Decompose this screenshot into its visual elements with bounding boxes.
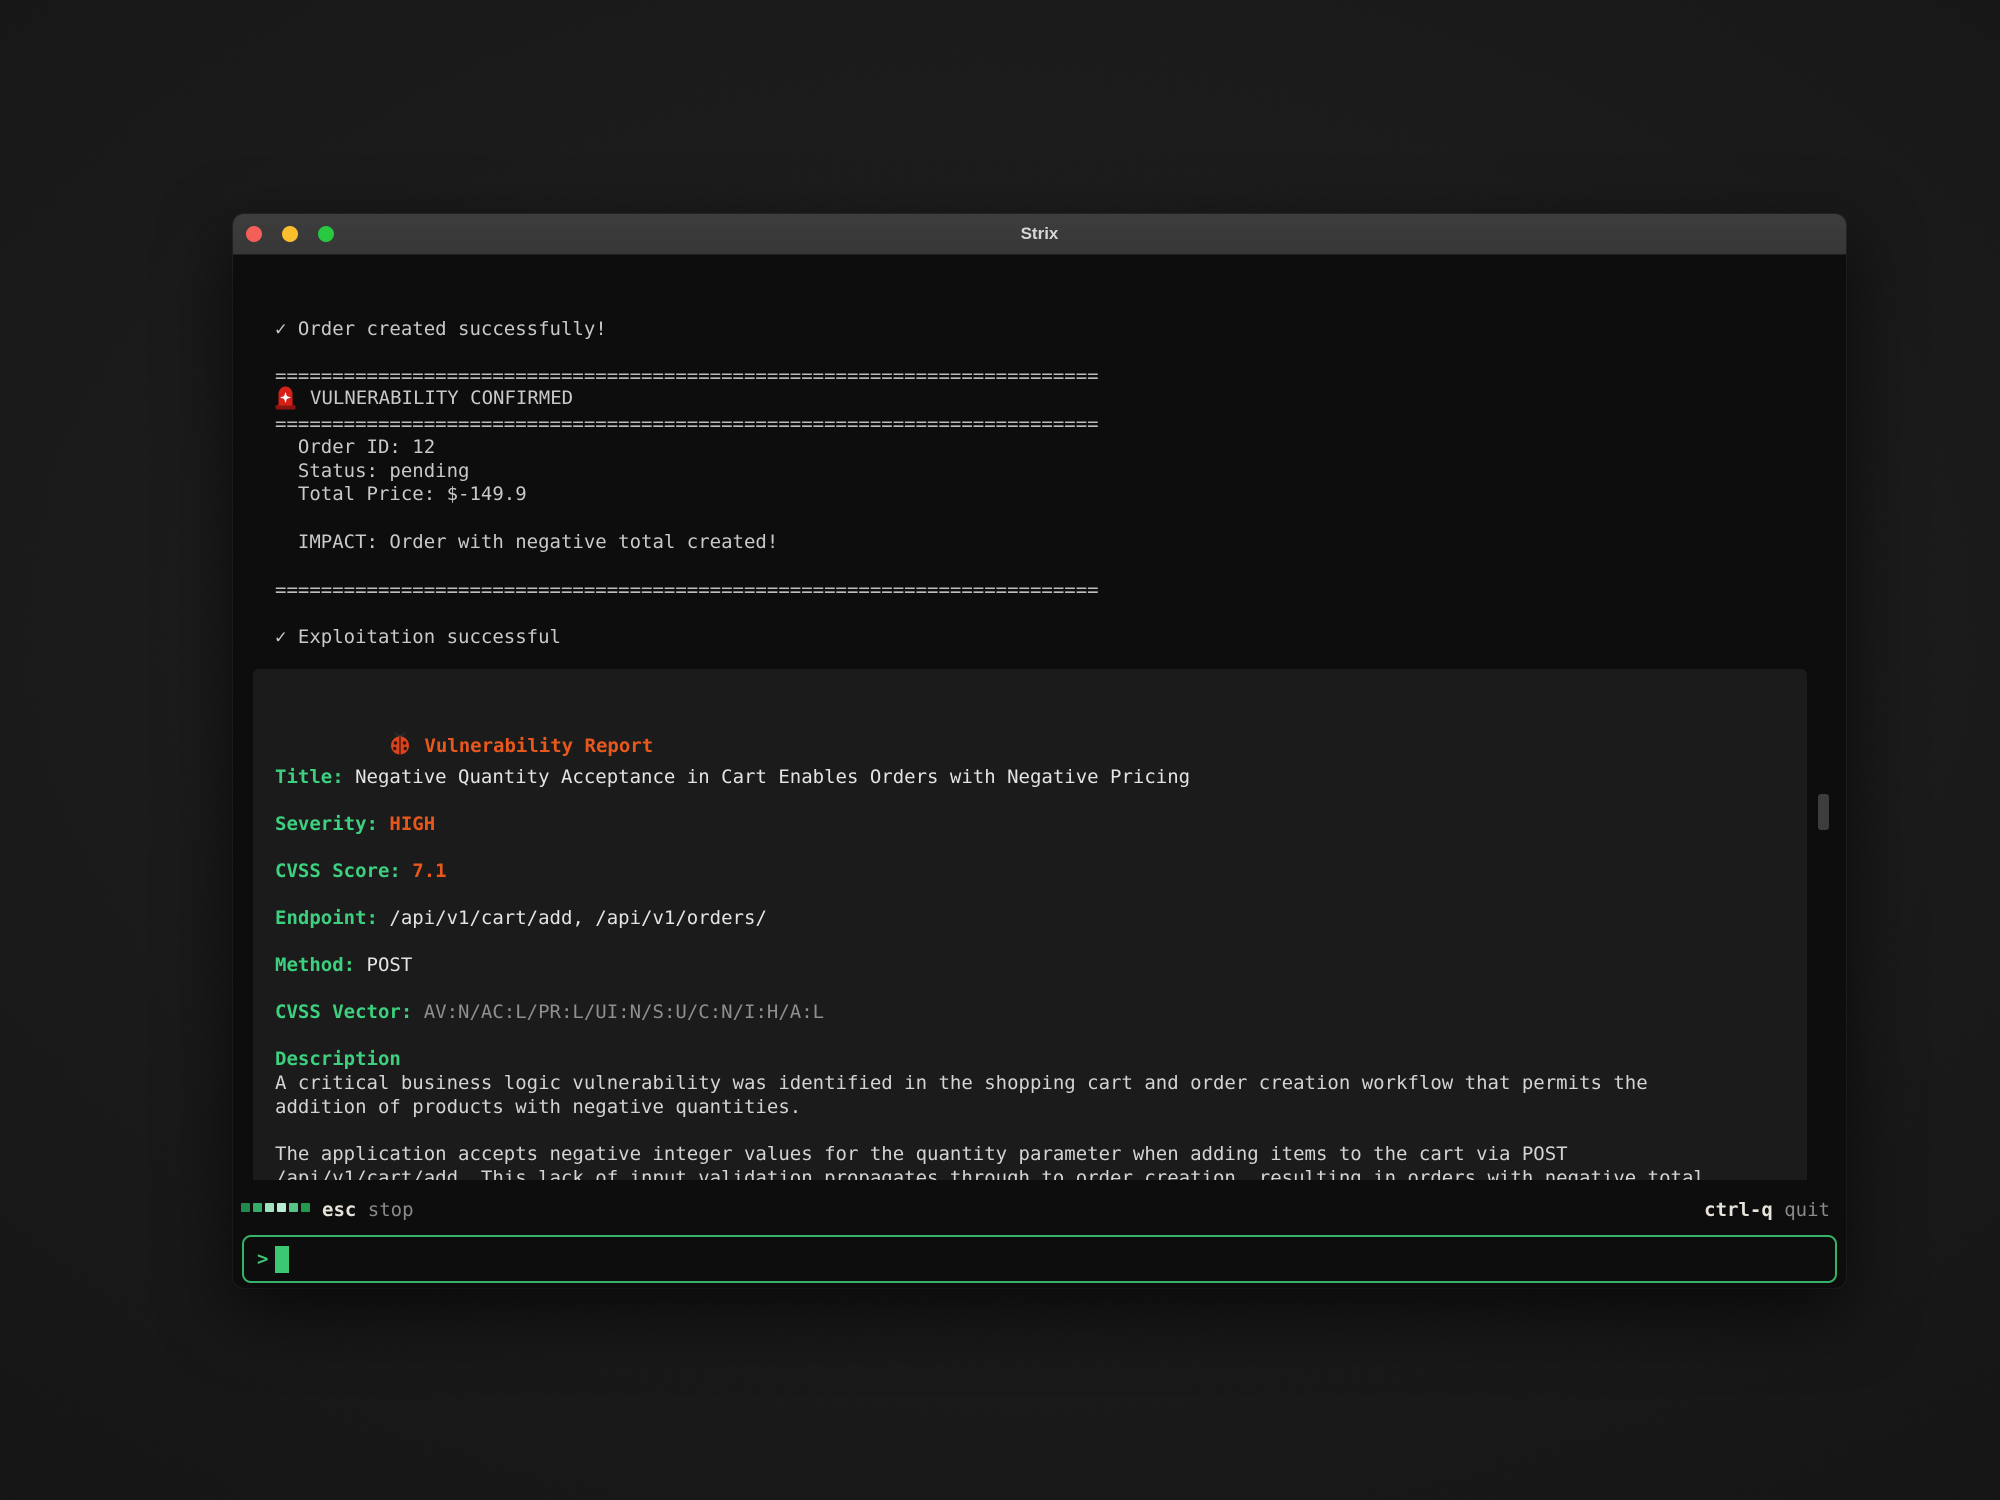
description-paragraph: A critical business logic vulnerability … — [275, 1071, 1648, 1119]
report-field-value: 7.1 — [401, 860, 447, 882]
spinner-square — [301, 1203, 310, 1212]
report-field-row: Method: POST — [275, 953, 412, 977]
spinner-square — [289, 1203, 298, 1212]
quit-action-label: quit — [1784, 1199, 1830, 1221]
order-id-line: Order ID: 12 — [275, 435, 435, 459]
total-price-line: Total Price: $-149.9 — [275, 482, 527, 506]
terminal-output: ✓ Order created successfully! ==========… — [233, 255, 1846, 1180]
report-field-value: POST — [355, 954, 412, 976]
text-cursor — [275, 1246, 289, 1273]
report-field-value: HIGH — [378, 813, 435, 835]
stop-hint: esc stop — [322, 1197, 414, 1223]
ctrl-q-key-hint: ctrl-q — [1704, 1199, 1773, 1221]
report-field-label: Method: — [275, 954, 355, 976]
spinner-square — [253, 1203, 262, 1212]
impact-line: IMPACT: Order with negative total create… — [275, 530, 778, 554]
quit-hint: ctrl-q quit — [1704, 1197, 1830, 1223]
report-field-row: CVSS Score: 7.1 — [275, 859, 447, 883]
order-success-line: ✓ Order created successfully! — [275, 317, 607, 341]
separator-line: ========================================… — [275, 578, 1099, 602]
report-field-label: Title: — [275, 766, 344, 788]
report-field-row: CVSS Vector: AV:N/AC:L/PR:L/UI:N/S:U/C:N… — [275, 1000, 824, 1024]
report-field-value: AV:N/AC:L/PR:L/UI:N/S:U/C:N/I:H/A:L — [412, 1001, 824, 1023]
vulnerability-report-panel: Vulnerability Report Title: Negative Qua… — [253, 669, 1807, 1180]
report-field-row: Title: Negative Quantity Acceptance in C… — [275, 765, 1190, 789]
vulnerability-banner-text: VULNERABILITY CONFIRMED — [310, 386, 573, 410]
report-header-text: Vulnerability Report — [424, 734, 653, 758]
window-titlebar[interactable]: Strix — [233, 214, 1846, 255]
report-field-row: Severity: HIGH — [275, 812, 435, 836]
traffic-lights — [246, 226, 334, 242]
command-input[interactable]: > — [242, 1235, 1837, 1283]
stop-action-label: stop — [368, 1199, 414, 1221]
spinner-square — [265, 1203, 274, 1212]
terminal-window: Strix ✓ Order created successfully! ====… — [233, 214, 1846, 1288]
scrollbar-thumb[interactable] — [1818, 794, 1829, 830]
activity-spinner — [241, 1203, 310, 1212]
report-field-label: Endpoint: — [275, 907, 378, 929]
prompt-symbol: > — [257, 1248, 268, 1270]
report-field-row: Endpoint: /api/v1/cart/add, /api/v1/orde… — [275, 906, 767, 930]
zoom-button[interactable] — [318, 226, 334, 242]
report-field-label: Severity: — [275, 813, 378, 835]
report-field-value: Negative Quantity Acceptance in Cart Ena… — [344, 766, 1190, 788]
close-button[interactable] — [246, 226, 262, 242]
order-status-line: Status: pending — [275, 459, 469, 483]
separator-line: ========================================… — [275, 412, 1099, 436]
minimize-button[interactable] — [282, 226, 298, 242]
report-field-label: CVSS Score: — [275, 860, 401, 882]
report-field-label: CVSS Vector: — [275, 1001, 412, 1023]
spinner-square — [241, 1203, 250, 1212]
siren-icon — [275, 385, 296, 410]
status-hint-bar: esc stop ctrl-q quit — [233, 1197, 1846, 1223]
report-field-value: /api/v1/cart/add, /api/v1/orders/ — [378, 907, 767, 929]
window-title: Strix — [1021, 224, 1059, 244]
description-paragraph: The application accepts negative integer… — [275, 1142, 1705, 1180]
description-heading: Description — [275, 1047, 401, 1071]
spinner-square — [277, 1203, 286, 1212]
exploitation-success-line: ✓ Exploitation successful — [275, 625, 561, 649]
vulnerability-banner: VULNERABILITY CONFIRMED — [275, 385, 573, 410]
esc-key-hint: esc — [322, 1199, 356, 1221]
